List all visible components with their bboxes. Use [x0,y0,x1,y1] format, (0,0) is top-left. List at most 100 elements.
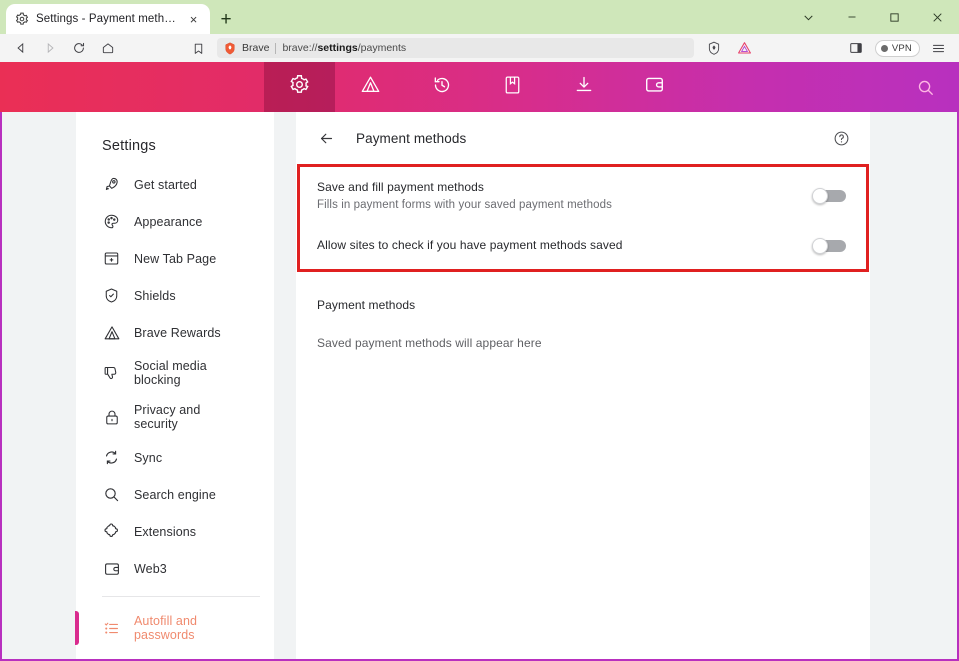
minimize-icon[interactable] [830,0,873,34]
back-icon[interactable] [6,36,35,60]
sidebar-list: Get started Appearance [76,166,274,661]
sidebar-item-new-tab-page[interactable]: New Tab Page [76,240,274,277]
brave-rewards-icon [102,323,121,342]
help-icon[interactable] [830,127,852,149]
sidebar-item-label: Autofill and passwords [134,614,244,642]
settings-page: Settings Get started [0,112,959,661]
browser-window: Settings - Payment methods × + [0,0,959,661]
sidebar-item-brave-rewards[interactable]: Brave Rewards [76,314,274,351]
bookmark-icon[interactable] [184,36,213,60]
history-icon [432,75,452,100]
gear-icon [14,12,29,27]
omnibox-divider [275,43,276,54]
sidebar-item-extensions[interactable]: Extensions [76,513,274,550]
window-controls [787,0,959,34]
sidebar-item-label: Shields [134,289,176,303]
brave-lion-icon [224,42,236,55]
settings-icon [289,74,310,100]
sidebar-item-shields[interactable]: Shields [76,277,274,314]
gradient-item-downloads[interactable] [548,62,619,112]
new-tab-button[interactable]: + [214,7,238,31]
back-arrow-icon[interactable] [315,127,337,149]
tab-title: Settings - Payment methods [36,13,178,25]
sidebar-item-label: Extensions [134,525,196,539]
url-text: brave://settings/payments [282,42,406,54]
rocket-icon [102,175,121,194]
home-icon[interactable] [93,36,122,60]
payment-methods-card: Payment methods Save and fill payment me… [296,112,870,659]
wallet-icon [644,75,665,99]
browser-toolbar: Brave brave://settings/payments [0,34,959,62]
sidebar-title: Settings [76,138,274,166]
gradient-item-bookmarks[interactable] [477,62,548,112]
sidebar-item-languages[interactable]: Languages [76,650,274,661]
gradient-item-rewards[interactable] [335,62,406,112]
sidebar-item-privacy-and-security[interactable]: Privacy and security [76,395,274,439]
empty-state-text: Saved payment methods will appear here [296,312,870,350]
sync-icon [102,448,121,467]
sidebar-item-social-media-blocking[interactable]: Social media blocking [76,351,274,395]
brave-rewards-icon [360,75,381,99]
sidebar-item-search-engine[interactable]: Search engine [76,476,274,513]
sidebar-item-web3[interactable]: Web3 [76,550,274,587]
gradient-item-settings[interactable] [264,62,335,112]
palette-icon [102,212,121,231]
reload-icon[interactable] [64,36,93,60]
settings-sidebar: Settings Get started [76,112,274,659]
url-suffix: /payments [358,42,406,54]
page-left-gutter [2,112,76,659]
wallet-icon [102,559,121,578]
sidebar-item-get-started[interactable]: Get started [76,166,274,203]
search-icon[interactable] [907,69,943,105]
url-bold: settings [317,42,357,54]
vpn-button[interactable]: VPN [875,40,920,57]
lock-icon [102,408,121,427]
tab-strip: Settings - Payment methods × + [0,0,959,34]
sidebar-item-label: Get started [134,178,197,192]
hamburger-menu-icon[interactable] [924,36,953,60]
gradient-right-area [690,69,959,105]
browser-tab[interactable]: Settings - Payment methods × [6,4,210,34]
bookmarks-icon [503,75,522,100]
close-icon[interactable]: × [185,11,202,28]
content-right-gap [870,112,957,659]
sidebar-panel-icon[interactable] [842,36,871,60]
forward-icon[interactable] [35,36,64,60]
highlight-annotation-box [297,164,869,272]
list-icon [102,619,121,638]
chevron-down-icon[interactable] [787,0,830,34]
sidebar-item-autofill-and-passwords[interactable]: Autofill and passwords [76,606,274,650]
sidebar-item-label: Brave Rewards [134,326,221,340]
close-icon[interactable] [916,0,959,34]
sidebar-item-label: Sync [134,451,162,465]
shield-icon [102,286,121,305]
sidebar-item-label: Social media blocking [134,359,242,387]
sidebar-item-label: Privacy and security [134,403,234,431]
gradient-item-history[interactable] [406,62,477,112]
toolbar-actions: VPN [700,36,953,60]
sidebar-item-label: Appearance [134,215,202,229]
sidebar-item-sync[interactable]: Sync [76,439,274,476]
settings-content-area: Payment methods Save and fill payment me… [274,112,957,659]
active-indicator [75,611,79,645]
gradient-item-wallet[interactable] [619,62,690,112]
address-bar[interactable]: Brave brave://settings/payments [217,38,694,58]
vpn-status-dot [881,45,888,52]
brave-gradient-navbar [0,62,959,112]
brave-shields-icon[interactable] [700,36,729,60]
brave-rewards-icon[interactable] [730,36,759,60]
page-title: Payment methods [356,131,811,146]
search-icon [102,485,121,504]
sidebar-item-appearance[interactable]: Appearance [76,203,274,240]
sidebar-item-label: Search engine [134,488,216,502]
sidebar-divider [102,596,260,597]
new-tab-icon [102,249,121,268]
sidebar-item-label: Web3 [134,562,167,576]
maximize-icon[interactable] [873,0,916,34]
downloads-icon [574,75,594,100]
url-prefix: brave:// [282,42,317,54]
vpn-label: VPN [892,43,912,54]
thumbs-down-icon [102,364,121,383]
section-title-payment-methods: Payment methods [296,271,870,312]
sidebar-item-label: New Tab Page [134,252,216,266]
